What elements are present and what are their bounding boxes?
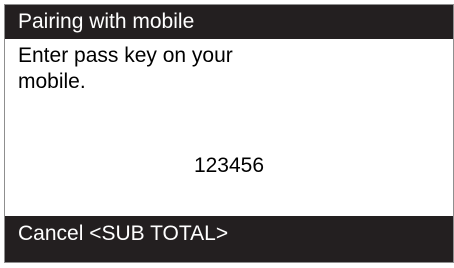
pairing-screen: Pairing with mobile Enter pass key on yo… (4, 4, 454, 263)
instruction-message: Enter pass key on your mobile. (18, 43, 318, 95)
screen-title: Pairing with mobile (5, 5, 453, 39)
cancel-softkey[interactable]: Cancel <SUB TOTAL> (5, 216, 453, 252)
pass-key-value: 123456 (193, 154, 265, 177)
instruction-line-1: Enter pass key on your (18, 44, 233, 67)
instruction-line-2: mobile. (18, 70, 86, 93)
softkey-bar: Cancel <SUB TOTAL> (5, 216, 453, 262)
